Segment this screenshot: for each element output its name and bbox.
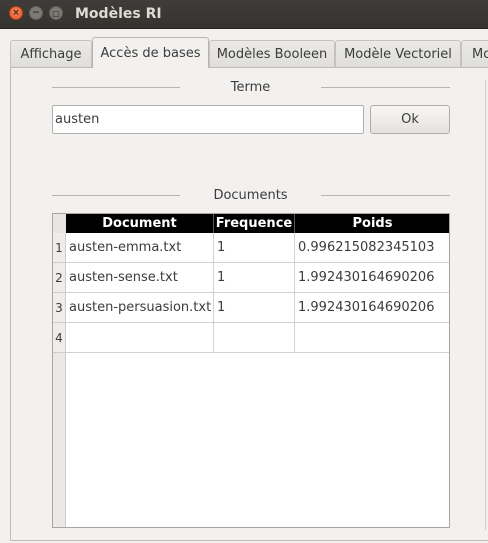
group-line-right [321,195,450,196]
group-line-left [52,87,180,88]
maximize-icon[interactable]: □ [49,6,63,20]
close-icon[interactable]: × [9,6,23,20]
documents-group-title: Documents [213,188,288,203]
row-header[interactable]: 3 [53,293,66,323]
tab-modeles-booleen[interactable]: Modèles Booleen [209,40,335,67]
column-header-poids[interactable]: Poids [295,214,449,233]
minimize-icon[interactable]: − [29,6,43,20]
table-cell-poids[interactable]: 1.992430164690206 [295,263,449,293]
table-cell-frequence[interactable]: 1 [214,233,295,263]
panel-divider [485,80,486,530]
table-cell-document[interactable]: austen-persuasion.txt [66,293,214,323]
column-header-frequence[interactable]: Frequence [214,214,295,233]
group-line-left [52,195,180,196]
tab-acces-de-bases[interactable]: Accès de bases [92,37,209,68]
documents-table[interactable]: Document Frequence Poids 1 austen-emma.t… [52,213,450,528]
table-corner[interactable] [53,214,66,233]
table-cell-frequence[interactable]: 1 [214,263,295,293]
group-line-right [321,87,450,88]
table-cell-document[interactable]: austen-sense.txt [66,263,214,293]
search-input[interactable]: austen [52,105,364,134]
row-header[interactable]: 2 [53,263,66,293]
column-header-document[interactable]: Document [66,214,214,233]
table-cell-poids[interactable] [295,323,449,353]
tab-overflow[interactable]: Mo [461,40,488,67]
table-cell-poids[interactable]: 1.992430164690206 [295,293,449,323]
tab-affichage[interactable]: Affichage [10,40,92,67]
table-cell-frequence[interactable] [214,323,295,353]
tab-bar: Affichage Modèles Booleen Modèle Vectori… [0,37,488,68]
tab-modele-vectoriel[interactable]: Modèle Vectoriel [335,40,461,67]
table-cell-document[interactable] [66,323,214,353]
terme-group-title: Terme [230,80,271,95]
table-cell-poids[interactable]: 0.996215082345103 [295,233,449,263]
table-cell-document[interactable]: austen-emma.txt [66,233,214,263]
title-bar: × − □ Modèles RI [0,0,488,29]
row-header[interactable]: 1 [53,233,66,263]
table-cell-frequence[interactable]: 1 [214,293,295,323]
ok-button[interactable]: Ok [370,105,450,134]
window-title: Modèles RI [75,6,162,22]
row-header[interactable]: 4 [53,323,66,353]
